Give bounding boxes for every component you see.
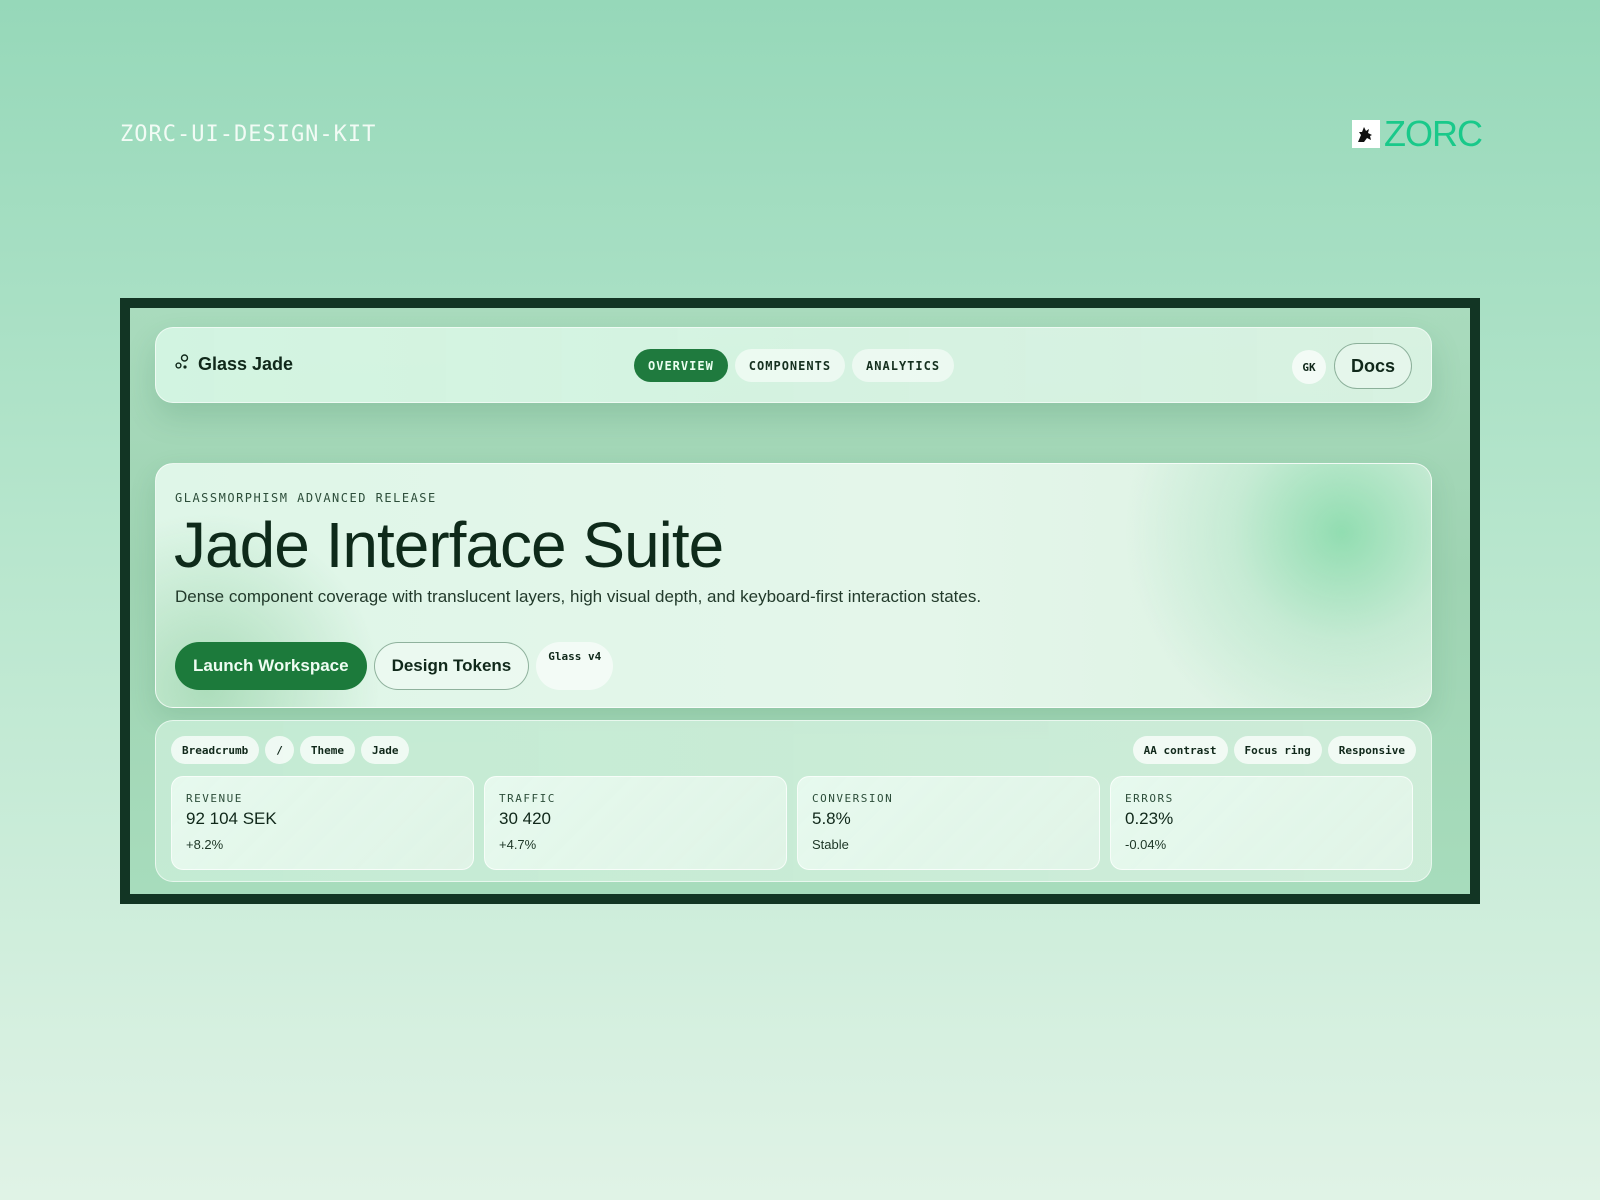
breadcrumb-item[interactable]: Breadcrumb [171, 736, 260, 764]
flag-aa-contrast: AA contrast [1132, 736, 1228, 764]
metric-value: 5.8% [812, 809, 851, 828]
metric-delta: -0.04% [1125, 837, 1167, 852]
tab-analytics[interactable]: ANALYTICS [852, 349, 955, 382]
device-frame: Glass Jade OVERVIEW COMPONENTS ANALYTICS… [120, 298, 1480, 904]
app-screen: Glass Jade OVERVIEW COMPONENTS ANALYTICS… [130, 308, 1470, 894]
launch-workspace-button[interactable]: Launch Workspace [175, 642, 367, 690]
breadcrumb-item[interactable]: Jade [360, 736, 410, 764]
breadcrumb-separator: / [265, 736, 294, 764]
metric-card-traffic[interactable]: TRAFFIC 30 420 +4.7% [484, 776, 787, 870]
metric-value: 92 104 SEK [186, 809, 277, 828]
nodes-icon [175, 354, 189, 375]
nav-brand-label: Glass Jade [198, 354, 294, 374]
page-title: Jade Interface Suite [174, 509, 724, 581]
metric-delta: Stable [812, 837, 849, 852]
design-tokens-button[interactable]: Design Tokens [373, 642, 530, 690]
breadcrumb-item[interactable]: Theme [299, 736, 355, 764]
metric-delta: +4.7% [499, 837, 537, 852]
tab-overview[interactable]: OVERVIEW [634, 349, 728, 382]
metric-card-errors[interactable]: ERRORS 0.23% -0.04% [1110, 776, 1413, 870]
wolf-icon [1352, 120, 1380, 148]
docs-button[interactable]: Docs [1334, 343, 1412, 389]
tab-components[interactable]: COMPONENTS [734, 349, 846, 382]
hero-card: GLASSMORPHISM ADVANCED RELEASE Jade Inte… [155, 463, 1432, 708]
metric-delta: +8.2% [186, 837, 224, 852]
flag-focus-ring: Focus ring [1233, 736, 1322, 764]
metric-label: REVENUE [186, 792, 243, 805]
nav-brand[interactable]: Glass Jade [175, 354, 293, 375]
brand-logo: ZORC [1352, 113, 1483, 154]
hero-eyebrow: GLASSMORPHISM ADVANCED RELEASE [175, 491, 437, 505]
breadcrumb: Breadcrumb / Theme Jade [171, 736, 410, 764]
version-chip: Glass v4 [536, 642, 614, 690]
metric-value: 30 420 [499, 809, 551, 828]
flag-responsive: Responsive [1327, 736, 1416, 764]
metric-cards: REVENUE 92 104 SEK +8.2% TRAFFIC 30 420 … [171, 776, 1413, 870]
metric-value: 0.23% [1125, 809, 1174, 828]
metric-card-conversion[interactable]: CONVERSION 5.8% Stable [797, 776, 1100, 870]
metric-label: ERRORS [1125, 792, 1174, 805]
hero-description: Dense component coverage with translucen… [175, 587, 982, 606]
nav-tabs: OVERVIEW COMPONENTS ANALYTICS [634, 349, 955, 382]
metric-label: TRAFFIC [499, 792, 556, 805]
hero-actions: Launch Workspace Design Tokens Glass v4 [175, 642, 614, 690]
brand-wordmark: ZORC [1384, 113, 1483, 154]
feature-flags: AA contrast Focus ring Responsive [1132, 736, 1416, 764]
top-nav: Glass Jade OVERVIEW COMPONENTS ANALYTICS… [155, 327, 1432, 403]
metrics-panel: Breadcrumb / Theme Jade AA contrast Focu… [155, 720, 1432, 882]
metric-label: CONVERSION [812, 792, 894, 805]
avatar[interactable]: GK [1292, 350, 1326, 384]
metric-card-revenue[interactable]: REVENUE 92 104 SEK +8.2% [171, 776, 474, 870]
kit-title: ZORC-UI-DESIGN-KIT [120, 122, 377, 147]
